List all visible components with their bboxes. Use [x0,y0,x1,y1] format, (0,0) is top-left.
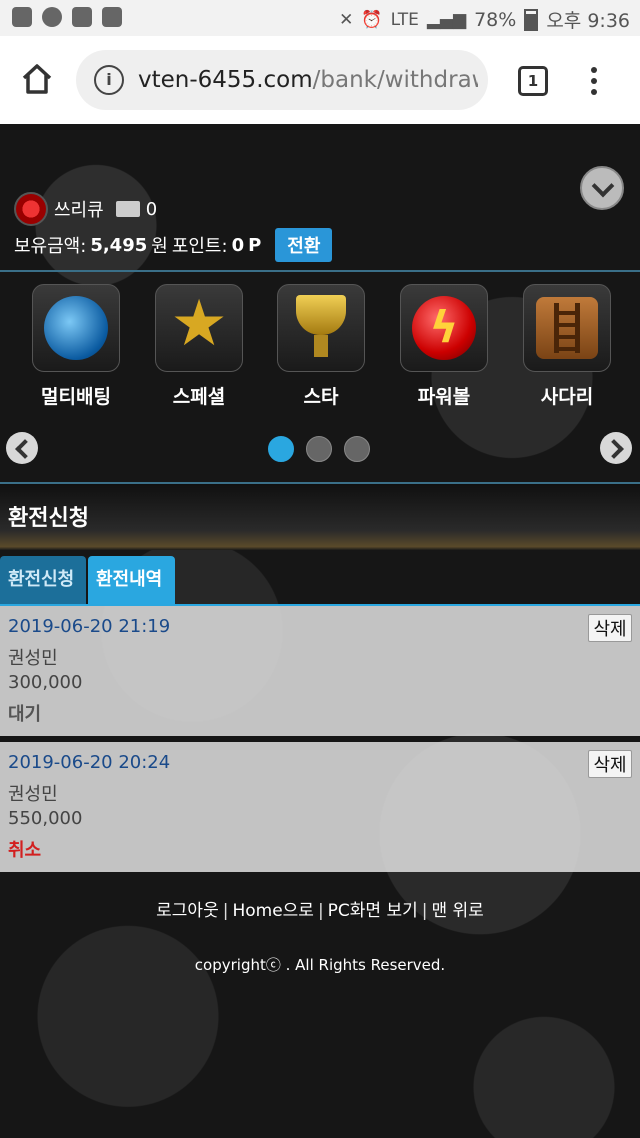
record-status: 대기 [8,704,42,725]
message-count[interactable]: 0 [146,199,157,220]
points-value: 0 [231,234,245,256]
ladder-icon [536,297,598,359]
record-amount: 300,000 [8,672,83,693]
delete-button[interactable]: 삭제 [588,750,632,778]
status-bar: ✕ ⏰ LTE ▂▄▆ 78% 오후 9:36 [0,0,640,36]
power-ball-icon: ϟ [412,296,476,360]
browser-toolbar: i vten-6455.com/bank/withdraw 1 [0,36,640,125]
network-type: LTE [390,9,419,30]
game-icon-frame[interactable]: ★ [155,284,243,372]
carousel-dot-2[interactable] [306,436,332,462]
game-item-star[interactable]: 스타 [271,284,371,409]
home-link[interactable]: Home으로 [232,901,313,921]
record-name: 권성민 [8,784,58,805]
carousel-prev-icon[interactable] [6,432,38,464]
exchange-tabs: 환전신청 환전내역 [0,556,640,606]
history-record: 2019-06-20 21:19 권성민 300,000 대기 삭제 [0,606,640,736]
mute-icon: ✕ [339,9,354,30]
game-label[interactable]: 스타 [271,382,371,409]
pc-view-link[interactable]: PC화면 보기 [328,901,418,921]
section-title: 환전신청 [8,506,89,531]
record-name: 권성민 [8,648,58,669]
url-domain: vten-6455.com [138,67,313,93]
game-item-powerball[interactable]: ϟ 파워볼 [394,284,494,409]
separator: | [317,901,324,921]
game-icon-frame[interactable] [277,284,365,372]
game-item-ladder[interactable]: 사다리 [517,284,617,409]
globe-icon [44,296,108,360]
signal-icon: ▂▄▆ [426,9,467,30]
record-datetime: 2019-06-20 20:24 [8,752,171,773]
carousel-dots [268,436,370,462]
record-amount: 550,000 [8,808,83,829]
balance-line: 보유금액: 5,495 원 포인트: 0 P 전환 [14,228,333,262]
address-bar[interactable]: i vten-6455.com/bank/withdraw [76,50,488,110]
logout-link[interactable]: 로그아웃 [156,901,219,921]
battery-icon [524,8,539,31]
talk-notification-icon [42,7,62,27]
separator: | [421,901,428,921]
tab-exchange-history[interactable]: 환전내역 [88,556,175,604]
balance-value: 5,495 [90,234,148,256]
star-icon: ★ [170,287,228,361]
carousel-dot-3[interactable] [344,436,370,462]
game-label[interactable]: 멀티배팅 [26,382,126,409]
info-icon[interactable]: i [94,65,124,95]
game-item-special[interactable]: ★ 스페셜 [149,284,249,409]
game-icon-frame[interactable] [523,284,611,372]
top-link[interactable]: 맨 위로 [432,901,484,921]
image-notification-icon [72,7,92,27]
battery-percent: 78% [474,8,517,31]
notification-icons [12,7,122,27]
message-notification-icon [102,7,122,27]
level-badge-icon [14,192,48,226]
record-datetime: 2019-06-20 21:19 [8,616,171,637]
game-label[interactable]: 파워볼 [394,382,494,409]
history-record: 2019-06-20 20:24 권성민 550,000 취소 삭제 [0,742,640,872]
tab-switcher-button[interactable]: 1 [518,66,548,96]
carousel-next-icon[interactable] [600,432,632,464]
separator: | [222,901,229,921]
section-header: 환전신청 [0,482,640,550]
url-text[interactable]: vten-6455.com/bank/withdraw [138,67,478,93]
copyright: copyrightⓒ . All Rights Reserved. [194,956,446,974]
tab-exchange-request[interactable]: 환전신청 [0,556,86,604]
user-info: 쓰리큐 0 [14,192,157,226]
system-status: ✕ ⏰ LTE ▂▄▆ 78% 오후 9:36 [339,6,630,33]
carousel-dot-1[interactable] [268,436,294,462]
points-label: 포인트: [171,236,228,257]
convert-button[interactable]: 전환 [275,228,333,262]
record-status: 취소 [8,840,42,861]
trophy-icon [296,295,346,357]
game-item-multi-betting[interactable]: 멀티배팅 [26,284,126,409]
overflow-menu-icon[interactable] [584,64,604,98]
alarm-icon: ⏰ [361,9,383,30]
clock: 오후 9:36 [546,10,630,32]
game-icon-frame[interactable] [32,284,120,372]
points-unit: P [248,234,262,256]
url-path: /bank/withdraw [312,67,478,93]
user-nickname: 쓰리큐 [54,200,104,221]
home-icon[interactable] [20,62,54,96]
game-icon-frame[interactable]: ϟ [400,284,488,372]
site-content: 쓰리큐 0 보유금액: 5,495 원 포인트: 0 P 전환 멀티배팅 ★ 스… [0,124,640,1138]
message-icon[interactable] [115,201,140,217]
game-label[interactable]: 스페셜 [149,382,249,409]
divider [0,270,640,272]
game-menu: 멀티배팅 ★ 스페셜 스타 ϟ 파워볼 사다리 [0,284,640,414]
footer-links: 로그아웃 | Home으로 | PC화면 보기 | 맨 위로 [0,896,640,921]
balance-label: 보유금액: [14,236,87,257]
delete-button[interactable]: 삭제 [588,614,632,642]
app-notification-icon [12,7,32,27]
chevron-down-icon[interactable] [580,166,624,210]
game-label[interactable]: 사다리 [517,382,617,409]
balance-unit: 원 [151,236,168,257]
